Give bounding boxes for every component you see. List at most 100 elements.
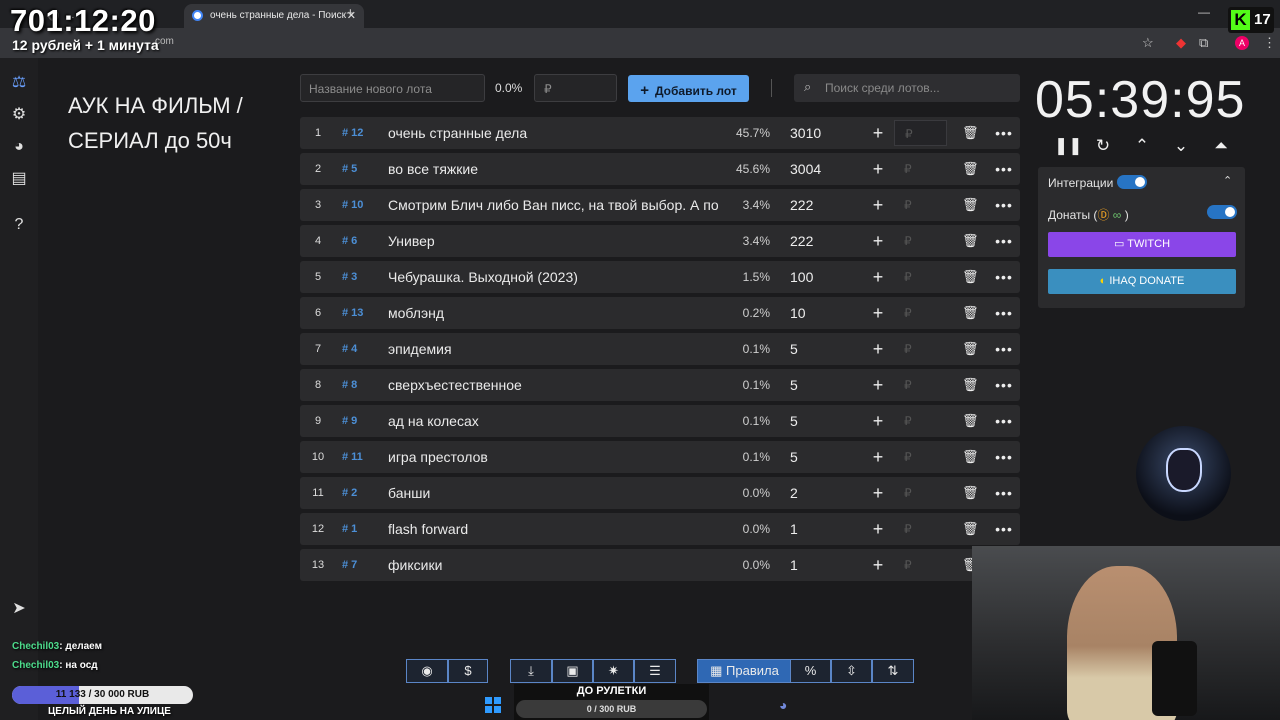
lot-row[interactable]: 2 # 5 во все тяжкие 45.6% 3004 + ₽ 🗑︎ ••• [300, 153, 1020, 185]
more-options-icon[interactable]: ••• [995, 333, 1013, 365]
add-amount-button[interactable]: + [868, 153, 888, 185]
more-options-icon[interactable]: ••• [995, 513, 1013, 545]
more-options-icon[interactable]: ••• [995, 405, 1013, 437]
reset-icon[interactable]: ↻ [1093, 136, 1113, 156]
lot-name[interactable]: ад на колесах [388, 405, 718, 437]
new-lot-name-input[interactable]: Название нового лота [300, 74, 485, 102]
extension-icon[interactable]: ◆ [1176, 35, 1186, 51]
more-options-icon[interactable]: ••• [995, 117, 1013, 149]
trash-icon[interactable]: 🗑︎ [962, 261, 979, 293]
lot-amount-input[interactable]: ₽ [894, 408, 947, 434]
trash-icon[interactable]: 🗑︎ [962, 405, 979, 437]
trash-icon[interactable]: 🗑︎ [962, 297, 979, 329]
twitch-button[interactable]: ▭ TWITCH [1048, 232, 1236, 257]
new-tab-button[interactable]: + [346, 5, 355, 22]
lot-row[interactable]: 5 # 3 Чебурашка. Выходной (2023) 1.5% 100 + ₽ 🗑… [300, 261, 1020, 293]
more-options-icon[interactable]: ••• [995, 189, 1013, 221]
add-amount-button[interactable]: + [868, 513, 888, 545]
more-options-icon[interactable]: ••• [995, 225, 1013, 257]
add-lot-button[interactable]: + Добавить лот [628, 75, 749, 102]
clear-list-icon[interactable]: ☰ [634, 659, 676, 683]
lot-name[interactable]: эпидемия [388, 333, 718, 365]
lot-amount-input[interactable]: ₽ [894, 264, 947, 290]
clipboard-icon[interactable]: ▤ [8, 168, 30, 190]
lot-name[interactable]: моблэнд [388, 297, 718, 329]
lot-row[interactable]: 7 # 4 эпидемия 0.1% 5 + ₽ 🗑︎ ••• [300, 333, 1020, 365]
gavel-icon[interactable]: ⚖ [8, 72, 30, 94]
trash-icon[interactable]: 🗑︎ [962, 333, 979, 365]
add-amount-button[interactable]: + [868, 189, 888, 221]
address-bar[interactable]: com ☆ ◆ ⧉ ⋮ A [0, 28, 1280, 58]
gear-icon[interactable]: ⚙ [8, 104, 30, 126]
lot-row[interactable]: 9 # 9 ад на колесах 0.1% 5 + ₽ 🗑︎ ••• [300, 405, 1020, 437]
add-amount-button[interactable]: + [868, 369, 888, 401]
more-options-icon[interactable]: ••• [995, 369, 1013, 401]
collapse-vertical-icon[interactable]: ⇳ [831, 659, 872, 683]
more-options-icon[interactable]: ••• [995, 441, 1013, 473]
bookmark-star-icon[interactable]: ☆ [1142, 35, 1154, 51]
lot-amount-input[interactable]: ₽ [894, 480, 947, 506]
lot-amount-input[interactable]: ₽ [894, 336, 947, 362]
lot-amount-input[interactable]: ₽ [894, 156, 947, 182]
rules-button[interactable]: ▦ Правила [697, 659, 792, 683]
trash-icon[interactable]: 🗑︎ [962, 189, 979, 221]
trash-icon[interactable]: 🗑︎ [962, 225, 979, 257]
download-icon[interactable]: ⤓ [510, 659, 552, 683]
lot-name[interactable]: flash forward [388, 513, 718, 545]
minimize-icon[interactable]: — [1198, 5, 1210, 19]
add-amount-button[interactable]: + [868, 333, 888, 365]
more-options-icon[interactable]: ••• [995, 477, 1013, 509]
profile-avatar[interactable]: A [1235, 36, 1249, 50]
add-amount-button[interactable]: + [868, 549, 888, 581]
discord-icon[interactable]: ◕ [779, 697, 787, 713]
add-amount-button[interactable]: + [868, 225, 888, 257]
add-amount-button[interactable]: + [868, 477, 888, 509]
chevron-up-icon[interactable]: ⌃ [1132, 136, 1152, 156]
add-amount-button[interactable]: + [868, 117, 888, 149]
trash-icon[interactable]: 🗑︎ [962, 117, 979, 149]
lot-name[interactable]: игра престолов [388, 441, 718, 473]
more-options-icon[interactable]: ••• [995, 297, 1013, 329]
browser-tab-2[interactable]: очень странные дела - Поиск ✕ [184, 4, 364, 28]
pause-icon[interactable]: ❚❚ [1054, 136, 1083, 156]
trash-icon[interactable]: 🗑︎ [962, 441, 979, 473]
browser-menu-icon[interactable]: ⋮ [1263, 35, 1276, 51]
extensions-puzzle-icon[interactable]: ⧉ [1199, 35, 1208, 51]
trash-icon[interactable]: 🗑︎ [962, 369, 979, 401]
help-icon[interactable]: ? [8, 214, 30, 236]
lot-amount-input[interactable]: ₽ [894, 444, 947, 470]
lot-row[interactable]: 3 # 10 Смотрим Блич либо Ван писс, на твой… [300, 189, 1020, 221]
sort-icon[interactable]: ⇅ [872, 659, 914, 683]
lot-row[interactable]: 10 # 11 игра престолов 0.1% 5 + ₽ 🗑︎ ••• [300, 441, 1020, 473]
new-lot-amount-input[interactable]: ₽ [534, 74, 617, 102]
lot-name[interactable]: Чебурашка. Выходной (2023) [388, 261, 718, 293]
double-chevron-up-icon[interactable]: ⏶ [1211, 136, 1231, 156]
lot-row[interactable]: 12 # 1 flash forward 0.0% 1 + ₽ 🗑︎ ••• [300, 513, 1020, 545]
add-amount-button[interactable]: + [868, 297, 888, 329]
lot-amount-input[interactable]: ₽ [894, 372, 947, 398]
ihaq-donate-button[interactable]: ◐ IHAQ DONATE [1048, 269, 1236, 294]
lot-name[interactable]: очень странные дела [388, 117, 718, 149]
lot-name[interactable]: сверхъестественное [388, 369, 718, 401]
lot-row[interactable]: 8 # 8 сверхъестественное 0.1% 5 + ₽ 🗑︎ ••• [300, 369, 1020, 401]
lot-row[interactable]: 11 # 2 банши 0.0% 2 + ₽ 🗑︎ ••• [300, 477, 1020, 509]
more-options-icon[interactable]: ••• [995, 261, 1013, 293]
lot-name[interactable]: во все тяжкие [388, 153, 718, 185]
lot-row[interactable]: 1 # 12 очень странные дела 45.7% 3010 + ₽ 🗑︎ ••• [300, 117, 1020, 149]
bug-icon[interactable]: ✷ [593, 659, 634, 683]
trash-icon[interactable]: 🗑︎ [962, 513, 979, 545]
lot-amount-input[interactable]: ₽ [894, 120, 947, 146]
dollar-icon[interactable]: $ [448, 659, 488, 683]
wheel-icon[interactable]: ◕ [8, 136, 30, 158]
telegram-icon[interactable]: ➤ [8, 598, 30, 620]
lot-name[interactable]: банши [388, 477, 718, 509]
lot-name[interactable]: Смотрим Блич либо Ван писс, на твой выбо… [388, 189, 718, 221]
more-options-icon[interactable]: ••• [995, 153, 1013, 185]
save-icon[interactable]: ▣ [552, 659, 593, 683]
donations-toggle[interactable] [1207, 205, 1237, 219]
lot-name[interactable]: Универ [388, 225, 718, 257]
lot-amount-input[interactable]: ₽ [894, 552, 947, 578]
lot-search-input[interactable]: ⌕ Поиск среди лотов... [794, 74, 1020, 102]
collapse-chevron-icon[interactable]: ⌃ [1223, 174, 1232, 187]
add-amount-button[interactable]: + [868, 261, 888, 293]
